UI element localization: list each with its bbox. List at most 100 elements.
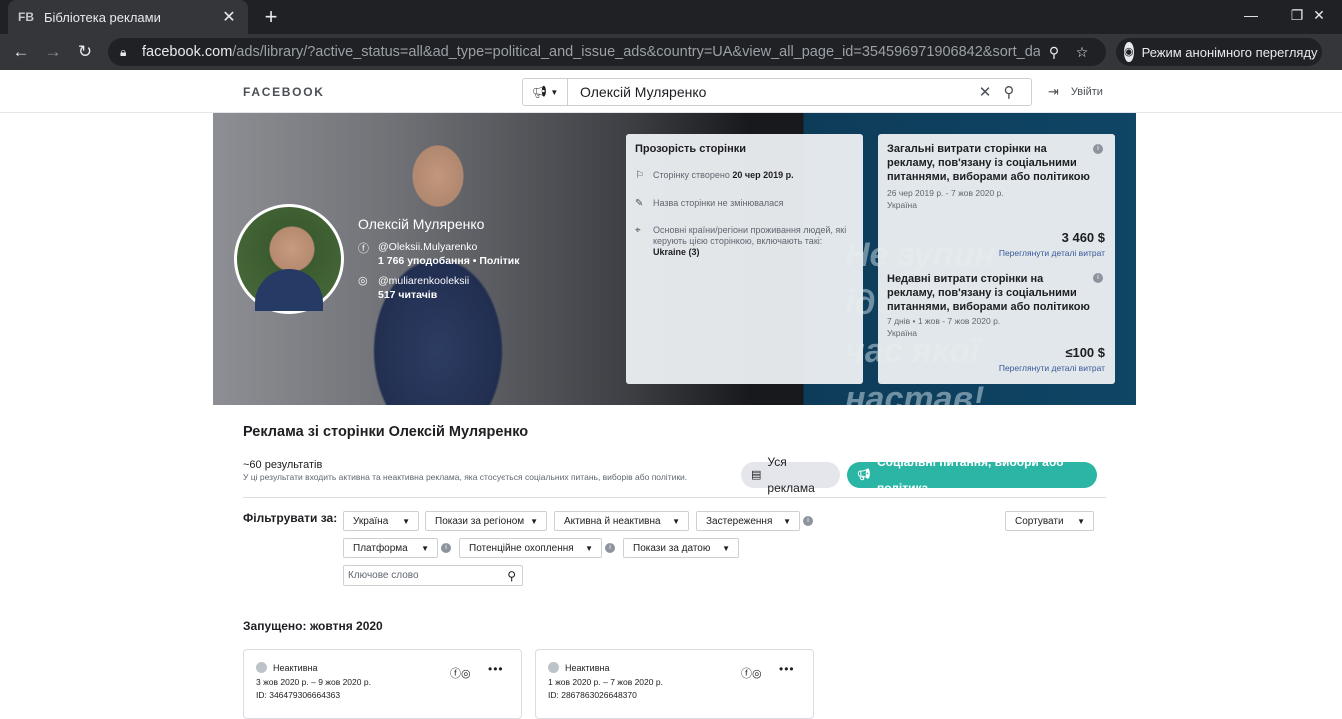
- flag-icon: ⚐: [635, 170, 644, 181]
- info-icon[interactable]: i: [803, 516, 813, 526]
- country-dropdown[interactable]: Україна ▼: [343, 511, 419, 531]
- ad-status: Неактивна: [548, 662, 609, 673]
- total-spend-amount: 3 460 $: [1061, 230, 1105, 245]
- search-icon[interactable]: ⚲: [1040, 44, 1068, 61]
- social-issues-button[interactable]: 📢︎ Соціальні питання, вибори або політик…: [847, 455, 1097, 495]
- facebook-icon: ⓕ: [358, 243, 369, 255]
- total-spend-country: Україна: [887, 200, 917, 210]
- keyword-input[interactable]: Ключове слово ⚲: [343, 565, 523, 586]
- browser-tab-bar: FB Бібліотека реклами ✕ + — ❐ ✕: [0, 0, 1342, 34]
- info-icon[interactable]: i: [1093, 144, 1103, 154]
- ad-id: ID: 346479306664363: [256, 690, 341, 700]
- reload-icon[interactable]: ↻: [72, 39, 98, 65]
- page-title: Реклама зі сторінки Олексій Муляренко: [243, 424, 529, 440]
- region-dropdown[interactable]: Покази за регіоном ▼: [425, 511, 547, 531]
- all-ads-button[interactable]: ▤ Уся реклама: [741, 455, 840, 495]
- minimize-icon[interactable]: —: [1228, 0, 1274, 34]
- back-icon[interactable]: ←: [8, 39, 34, 65]
- more-icon[interactable]: •••: [779, 662, 795, 676]
- star-icon[interactable]: ☆: [1068, 44, 1096, 61]
- chevron-down-icon: ▼: [585, 543, 593, 553]
- recent-spend-amount: ≤100 $: [1065, 345, 1105, 360]
- new-tab-button[interactable]: +: [258, 4, 284, 30]
- results-count: ~60 результатів: [243, 459, 323, 471]
- created-row: ⚐ Сторінку створено 20 чер 2019 р.: [635, 170, 794, 181]
- ad-dates: 1 жов 2020 р. – 7 жов 2020 р.: [548, 677, 663, 687]
- tab-favicon: FB: [18, 10, 34, 24]
- info-icon[interactable]: i: [441, 543, 451, 553]
- info-icon[interactable]: i: [605, 543, 615, 553]
- date-dropdown[interactable]: Покази за датою ▼: [623, 538, 739, 558]
- chevron-down-icon: ▼: [783, 516, 791, 526]
- total-spend-link[interactable]: Переглянути деталі витрат: [999, 248, 1105, 258]
- megaphone-icon: 📢︎: [857, 469, 871, 481]
- browser-toolbar: ← → ↻ 🔒︎ facebook.com/ads/library/?activ…: [0, 34, 1342, 70]
- url-text[interactable]: facebook.com/ads/library/?active_status=…: [142, 44, 1040, 60]
- platform-dropdown[interactable]: Платформа ▼: [343, 538, 438, 558]
- megaphone-icon: 📢︎: [531, 85, 547, 99]
- fb-header: FACEBOOK 📢︎ ▼ Олексій Муляренко ✕ ⚲ ⇥ Ув…: [0, 70, 1342, 113]
- ad-dates: 3 жов 2020 р. – 9 жов 2020 р.: [256, 677, 371, 687]
- instagram-handle[interactable]: @muliarenkooleksii: [378, 274, 469, 288]
- recent-spend-country: Україна: [887, 328, 917, 338]
- facebook-profile[interactable]: ⓕ @Oleksii.Mulyarenko 1 766 уподобання •…: [358, 240, 520, 268]
- facebook-icon: ⓕ◎: [741, 668, 762, 680]
- instagram-profile[interactable]: ◎ @muliarenkooleksii 517 читачів: [358, 274, 469, 302]
- incognito-icon: ◉: [1124, 42, 1134, 62]
- facebook-handle[interactable]: @Oleksii.Mulyarenko: [378, 240, 520, 254]
- ads-search-box: 📢︎ ▼ Олексій Муляренко ✕ ⚲: [522, 78, 1032, 106]
- search-input[interactable]: Олексій Муляренко: [568, 84, 973, 100]
- address-bar[interactable]: 🔒︎ facebook.com/ads/library/?active_stat…: [108, 38, 1106, 66]
- chevron-down-icon: ▼: [550, 87, 559, 97]
- chevron-down-icon: ▼: [1077, 516, 1085, 526]
- page-name[interactable]: Олексій Муляренко: [358, 216, 484, 232]
- name-row: ✎ Назва сторінки не змінювалася: [635, 198, 784, 209]
- info-icon[interactable]: i: [1093, 273, 1103, 283]
- window-close-icon[interactable]: ✕: [1296, 0, 1342, 34]
- more-icon[interactable]: •••: [488, 662, 504, 676]
- chevron-down-icon: ▼: [722, 543, 730, 553]
- launched-heading: Запущено: жовтня 2020: [243, 619, 383, 633]
- facebook-icon: ⓕ◎: [450, 668, 471, 680]
- status-dropdown[interactable]: Активна й неактивна ▼: [554, 511, 689, 531]
- inactive-icon: [548, 662, 559, 673]
- instagram-icon: ◎: [358, 275, 368, 287]
- search-icon[interactable]: ⚲: [507, 569, 516, 583]
- reach-dropdown[interactable]: Потенційне охоплення ▼: [459, 538, 602, 558]
- filter-label: Фільтрувати за:: [243, 511, 338, 525]
- tab-close-icon[interactable]: ✕: [220, 7, 238, 27]
- incognito-label: Режим анонімного перегляду: [1141, 44, 1318, 60]
- sort-dropdown[interactable]: Сортувати ▼: [1005, 511, 1094, 531]
- chevron-down-icon: ▼: [402, 516, 410, 526]
- keyword-placeholder: Ключове слово: [348, 570, 419, 581]
- inactive-icon: [256, 662, 267, 673]
- browser-tab[interactable]: FB Бібліотека реклами ✕: [8, 0, 248, 34]
- book-icon: ▤: [751, 469, 762, 481]
- logout-icon: ⇥: [1048, 84, 1059, 99]
- recent-spend-period: 7 днів • 1 жов - 7 жов 2020 р.: [887, 316, 1001, 326]
- forward-icon[interactable]: →: [40, 39, 66, 65]
- facebook-stats: 1 766 уподобання • Політик: [378, 255, 520, 267]
- incognito-badge[interactable]: ◉ Режим анонімного перегляду: [1116, 38, 1322, 66]
- lock-icon[interactable]: 🔒︎: [120, 45, 142, 60]
- login-button[interactable]: ⇥ Увійти: [1048, 84, 1103, 100]
- clear-search-icon[interactable]: ✕: [973, 83, 997, 101]
- facebook-logo[interactable]: FACEBOOK: [243, 85, 325, 99]
- search-icon[interactable]: ⚲: [997, 83, 1021, 101]
- ad-type-selector[interactable]: 📢︎ ▼: [523, 79, 568, 105]
- instagram-stats: 517 читачів: [378, 289, 438, 301]
- recent-spend-title: Недавні витрати сторінки на рекламу, пов…: [887, 273, 1090, 313]
- total-spend-title: Загальні витрати сторінки на рекламу, по…: [887, 143, 1090, 183]
- edit-icon: ✎: [635, 198, 644, 209]
- transparency-card: Прозорість сторінки ⚐ Сторінку створено …: [626, 134, 863, 384]
- total-spend-period: 26 чер 2019 р. - 7 жов 2020 р.: [887, 188, 1004, 198]
- recent-spend-link[interactable]: Переглянути деталі витрат: [999, 363, 1105, 373]
- ad-status: Неактивна: [256, 662, 317, 673]
- page-avatar[interactable]: [234, 204, 344, 314]
- chevron-down-icon: ▼: [672, 516, 680, 526]
- ad-id: ID: 2867863026648370: [548, 690, 637, 700]
- chevron-down-icon: ▼: [530, 516, 538, 526]
- results-note: У ці результати входить активна та неакт…: [243, 472, 688, 482]
- disclaimer-dropdown[interactable]: Застереження ▼: [696, 511, 800, 531]
- chevron-down-icon: ▼: [421, 543, 429, 553]
